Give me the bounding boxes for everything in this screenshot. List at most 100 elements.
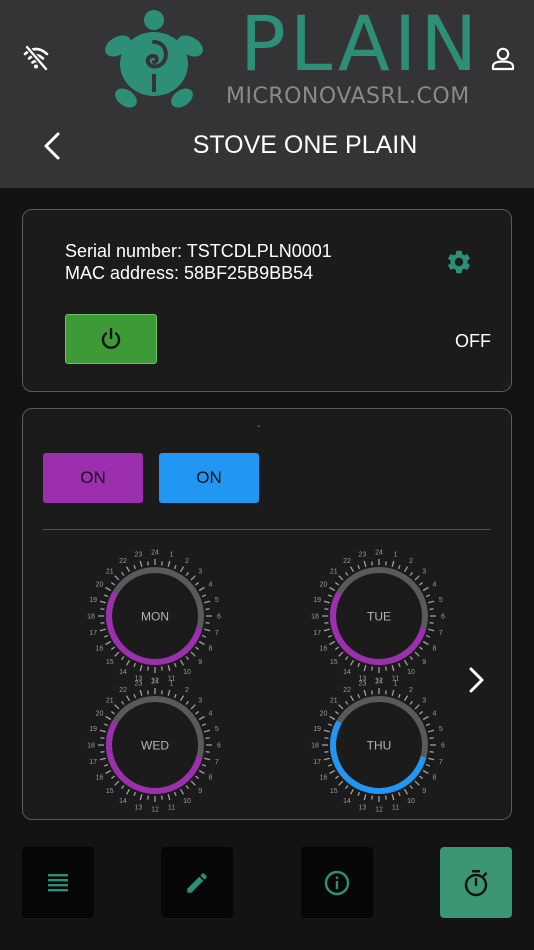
wifi-off-icon[interactable] (22, 44, 50, 72)
hour-label: 8 (208, 775, 212, 782)
dial-tick (324, 737, 329, 739)
dial-tick (147, 666, 149, 671)
hour-label: 22 (119, 687, 127, 694)
dial-tick (205, 608, 210, 610)
day-dial-mon[interactable]: 24 1234567891011121314151617181920212223M… (87, 550, 221, 685)
dial-tick (99, 628, 106, 632)
dial-tick (205, 622, 210, 624)
hour-label: 15 (330, 659, 338, 666)
brand-name: PLAIN (240, 0, 482, 88)
app-header: PLAIN MICRONOVASRL.COM STOVE ONE PLAIN (0, 0, 534, 188)
dial-tick (179, 566, 185, 573)
day-dial-thu[interactable]: 24 1234567891011121314151617181920212223T… (311, 679, 445, 814)
nav-list-button[interactable] (22, 847, 94, 918)
hour-label: 3 (422, 568, 426, 575)
day-dial-tue[interactable]: 24 1234567891011121314151617181920212223T… (311, 550, 445, 685)
dial-tick (357, 564, 361, 570)
dial-tick (114, 575, 120, 581)
power-icon (101, 327, 121, 349)
gear-icon[interactable] (445, 248, 473, 276)
dial-tick (100, 622, 105, 624)
dial-tick (403, 788, 409, 795)
hour-label: 23 (135, 681, 143, 688)
dial-tick (414, 575, 420, 581)
hour-label: 6 (217, 614, 221, 621)
dial-tick (125, 566, 131, 573)
day-label: WED (141, 739, 169, 753)
dial-tick (103, 594, 109, 598)
dial-tick (198, 715, 205, 721)
hour-label: 19 (313, 726, 321, 733)
dial-tick (139, 689, 143, 696)
dial-tick (324, 608, 329, 610)
hour-label: 10 (407, 669, 415, 676)
dial-tick (327, 763, 333, 767)
dial-tick (385, 690, 387, 695)
nav-timer-button[interactable] (440, 847, 512, 918)
dial-tick (114, 651, 120, 657)
dial-tick (345, 700, 349, 705)
dial-tick (422, 769, 429, 775)
dial-tick (329, 715, 336, 721)
dial-tick (397, 693, 401, 699)
hour-label: 18 (87, 614, 95, 621)
hour-label: 21 (106, 568, 114, 575)
hour-label: 16 (320, 646, 328, 653)
hour-label: 24 (375, 679, 383, 686)
hour-label: 19 (89, 597, 97, 604)
hour-label: 22 (343, 558, 351, 565)
dial-tick (99, 729, 106, 733)
dial-tick (103, 634, 109, 638)
back-button[interactable] (38, 130, 66, 162)
brand-url: MICRONOVASRL.COM (226, 84, 470, 109)
hour-label: 19 (89, 726, 97, 733)
dial-tick (425, 594, 431, 598)
dial-tick (179, 695, 185, 702)
dial-tick (327, 634, 333, 638)
hour-label: 15 (106, 659, 114, 666)
dial-tick (334, 775, 339, 779)
pencil-icon (187, 872, 207, 893)
hour-label: 22 (343, 687, 351, 694)
dial-tick (428, 600, 435, 604)
hour-label: 22 (119, 558, 127, 565)
dial-tick (105, 640, 112, 646)
hour-label: 8 (432, 775, 436, 782)
dial-tick (345, 656, 349, 661)
dial-tick (334, 646, 339, 650)
hour-label: 18 (311, 743, 319, 750)
dial-tick (391, 560, 395, 567)
dial-tick (385, 561, 387, 566)
dial-tick (371, 666, 373, 671)
hour-label: 5 (215, 726, 219, 733)
next-button[interactable] (463, 665, 489, 695)
dial-tick (147, 795, 149, 800)
info-icon (324, 870, 350, 895)
dial-tick (198, 586, 205, 592)
hour-label: 1 (170, 552, 174, 559)
day-dial-wed[interactable]: 24 1234567891011121314151617181920212223W… (87, 679, 221, 814)
dial-tick (391, 665, 395, 672)
user-icon[interactable] (490, 46, 516, 72)
nav-edit-button[interactable] (161, 847, 233, 918)
hour-label: 15 (330, 788, 338, 795)
dial-tick (345, 571, 349, 576)
dial-tick (334, 582, 339, 586)
dial-tick (327, 723, 333, 727)
power-button[interactable] (65, 314, 157, 364)
dial-tick (167, 665, 171, 672)
timer-icon (464, 869, 488, 896)
hour-label: 14 (119, 798, 127, 805)
hour-label: 16 (320, 775, 328, 782)
hour-label: 23 (359, 552, 367, 559)
hour-label: 18 (87, 743, 95, 750)
hour-label: 23 (135, 552, 143, 559)
page-title: STOVE ONE PLAIN (192, 131, 418, 159)
hour-label: 21 (330, 697, 338, 704)
dial-tick (419, 582, 424, 586)
hour-label: 17 (313, 630, 321, 637)
nav-info-button[interactable] (301, 847, 373, 918)
dial-tick (201, 594, 207, 598)
hour-label: 21 (330, 568, 338, 575)
dial-tick (371, 795, 373, 800)
